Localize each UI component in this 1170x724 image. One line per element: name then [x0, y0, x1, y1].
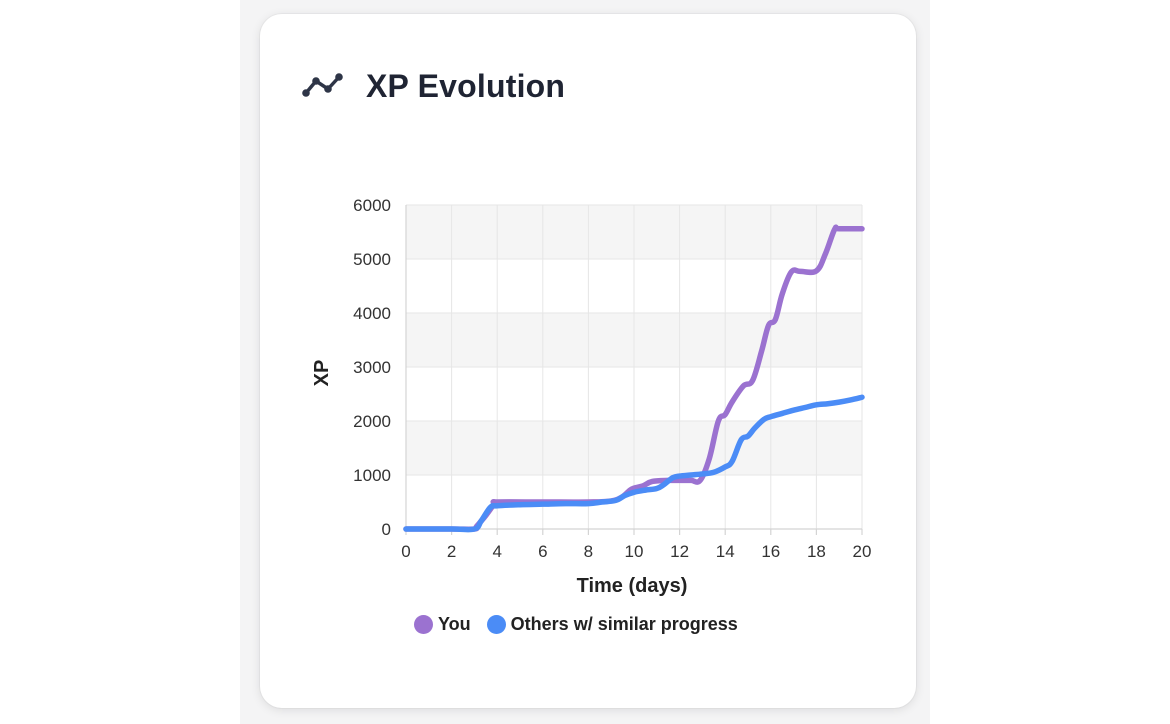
legend-item-others[interactable]: Others w/ similar progress — [486, 614, 738, 635]
y-tick-label: 0 — [382, 520, 391, 539]
legend-swatch-others — [486, 615, 506, 634]
legend-label-you: You — [438, 614, 471, 634]
chart-legend: You Others w/ similar progress — [414, 614, 754, 635]
x-tick-label: 20 — [853, 542, 872, 561]
y-tick-label: 1000 — [353, 466, 391, 485]
xp-line-chart: 0 2 4 6 8 10 12 14 16 18 20 0 1000 2000 3000 4000 5000 60… — [311, 196, 872, 597]
legend-item-you[interactable]: You — [414, 614, 471, 635]
y-tick-label: 6000 — [353, 196, 391, 215]
x-tick-label: 0 — [401, 542, 410, 561]
xp-evolution-card: XP Evolution 0 2 4 6 8 10 12 14 16 18 20 0 1000 2000 3… — [260, 14, 916, 708]
x-tick-label: 10 — [625, 542, 644, 561]
y-tick-label: 5000 — [353, 250, 391, 269]
x-tick-label: 14 — [716, 542, 735, 561]
y-tick-label: 4000 — [353, 304, 391, 323]
x-tick-label: 4 — [492, 542, 501, 561]
y-tick-label: 3000 — [353, 358, 391, 377]
legend-swatch-you — [414, 615, 433, 634]
x-tick-label: 6 — [538, 542, 547, 561]
x-tick-label: 2 — [447, 542, 456, 561]
x-tick-label: 16 — [761, 542, 780, 561]
x-axis-title: Time (days) — [577, 575, 688, 597]
y-tick-label: 2000 — [353, 412, 391, 431]
x-tick-label: 8 — [584, 542, 593, 561]
legend-label-others: Others w/ similar progress — [510, 614, 738, 634]
x-tick-label: 18 — [807, 542, 826, 561]
x-tick-label: 12 — [670, 542, 689, 561]
y-axis-title: XP — [311, 360, 333, 387]
